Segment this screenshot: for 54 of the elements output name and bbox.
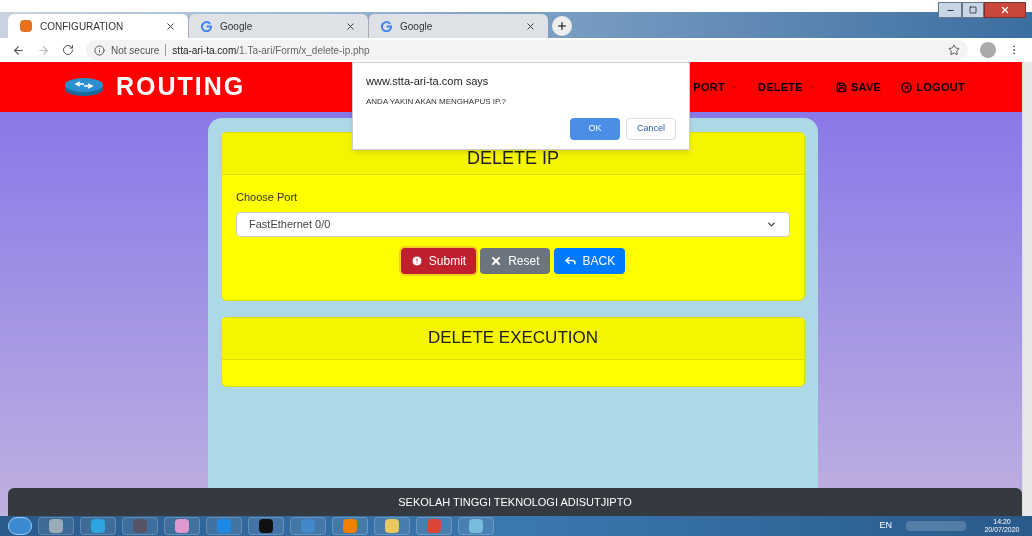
cancel-button[interactable]: Cancel	[626, 117, 676, 140]
tab-title: Google	[220, 19, 254, 34]
ok-button[interactable]: OK	[570, 117, 620, 140]
card-title: DELETE EXECUTION	[427, 327, 598, 350]
address-bar[interactable]: Not secure stta-ari-ta.com/1.Ta-ari/Form/x_delete-ip.php	[86, 40, 968, 60]
form-button[interactable]: Reset	[480, 247, 550, 274]
close-icon[interactable]	[165, 20, 176, 32]
alert-icon	[410, 254, 423, 267]
close-button[interactable]	[984, 2, 1026, 18]
minimize-button[interactable]	[938, 2, 962, 18]
brand-title: ROUTING	[116, 71, 246, 103]
card-title: DELETE IP	[467, 147, 559, 170]
app-favicon-icon	[20, 20, 32, 32]
nav-link[interactable]: DELETE	[757, 78, 816, 96]
language-indicator[interactable]: EN	[879, 519, 892, 533]
nav-link[interactable]: SAVE	[836, 78, 882, 96]
google-icon	[201, 20, 212, 32]
dialog-message: ANDA YAKIN AKAN MENGHAPUS IP.?	[366, 95, 508, 108]
forward-icon	[37, 43, 50, 57]
router-icon	[64, 77, 104, 97]
dialog-title: www.stta-ari-ta.com says	[366, 74, 490, 89]
info-icon	[94, 44, 105, 56]
close-icon	[1000, 5, 1010, 15]
nav-link[interactable]: PORT	[693, 78, 738, 96]
maximize-button[interactable]	[962, 2, 984, 18]
url-text: stta-ari-ta.com/1.Ta-ari/Form/x_delete-ip.php	[172, 43, 370, 58]
reload-icon	[62, 44, 74, 56]
bookmark-star-icon	[948, 44, 960, 56]
maximize-icon	[969, 6, 977, 14]
avatar[interactable]	[980, 42, 996, 58]
close-icon	[490, 254, 503, 267]
google-icon	[381, 20, 392, 32]
start-button[interactable]	[8, 517, 32, 535]
back-icon	[12, 43, 25, 57]
form-button[interactable]: BACK	[553, 247, 626, 274]
close-icon[interactable]	[345, 20, 356, 32]
form-button[interactable]: Submit	[400, 247, 477, 274]
footer-text: SEKOLAH TINGGI TEKNOLOGI ADISUTJIPTO	[398, 494, 632, 510]
close-circle-icon	[901, 81, 913, 93]
tab-title: CONFIGURATION	[40, 19, 125, 34]
port-select[interactable]: FastEthernet 0/0	[236, 211, 790, 237]
tab-title: Google	[400, 19, 434, 34]
browser-tab[interactable]: Google	[368, 14, 548, 38]
new-tab-button[interactable]	[552, 16, 572, 36]
save-icon	[836, 81, 847, 93]
browser-tab[interactable]: CONFIGURATION	[8, 14, 188, 38]
nav-link[interactable]: LOGOUT	[901, 78, 965, 96]
plus-icon	[556, 20, 568, 32]
browser-tab[interactable]: Google	[188, 14, 368, 38]
reply-arrow-icon	[563, 254, 577, 267]
scrollbar[interactable]	[1022, 62, 1032, 516]
security-label: Not secure	[111, 43, 160, 58]
field-label: Choose Port	[236, 190, 299, 205]
close-icon[interactable]	[525, 20, 536, 32]
